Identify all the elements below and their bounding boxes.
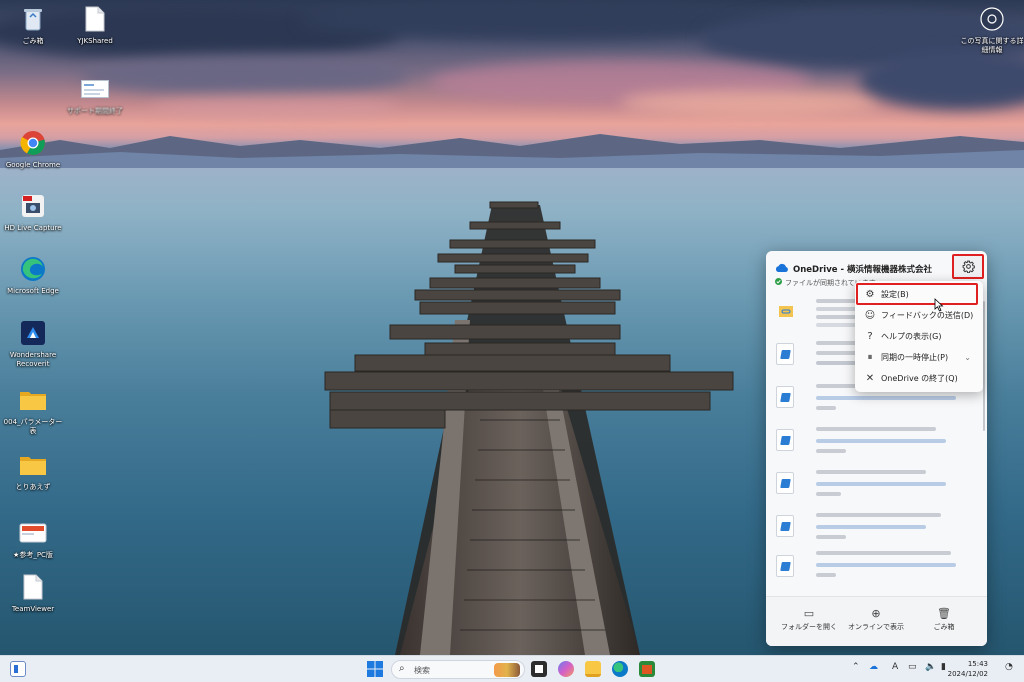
chevron-up-icon[interactable]: ⌃	[852, 662, 860, 672]
menu-item-pause-sync[interactable]: ⏸ 同期の一時停止(P) ⌄	[859, 347, 979, 368]
desktop-icon-yjkshared[interactable]: YJKShared	[62, 4, 128, 46]
shortcut-icon	[18, 518, 48, 548]
desktop-icon-recycle-bin[interactable]: ごみ箱	[0, 4, 66, 46]
list-item[interactable]	[776, 551, 976, 585]
file-icon	[776, 555, 794, 577]
task-view-icon[interactable]	[531, 661, 547, 677]
start-button[interactable]	[367, 661, 383, 677]
list-item[interactable]	[776, 425, 976, 459]
trash-icon: 🗑	[937, 607, 951, 620]
edge-icon	[18, 254, 48, 284]
chrome-icon	[18, 128, 48, 158]
document-thumbnail-icon	[80, 74, 110, 104]
file-icon	[776, 472, 794, 494]
file-icon	[80, 4, 110, 34]
folder-icon	[18, 450, 48, 480]
capture-app-icon	[18, 191, 48, 221]
feedback-icon: ☺	[864, 310, 876, 321]
search-icon: ⌕	[399, 663, 405, 674]
taskbar-search-box[interactable]: ⌕ 検索	[391, 660, 525, 679]
onedrive-cloud-icon	[775, 263, 788, 272]
windows-logo-icon	[367, 661, 383, 677]
list-item[interactable]	[776, 468, 976, 502]
desktop-icon-wondershare-recoverit[interactable]: Wondershare Recoverit	[0, 318, 66, 369]
camera-info-icon	[977, 4, 1007, 34]
desktop-icon-hd-live-capture[interactable]: HD Live Capture	[0, 191, 66, 233]
ime-indicator[interactable]: A	[892, 662, 898, 672]
file-explorer-icon[interactable]	[585, 661, 601, 677]
desktop-icon-google-chrome[interactable]: Google Chrome	[0, 128, 66, 170]
notification-icon[interactable]: ◔	[1005, 662, 1013, 672]
file-icon	[776, 343, 794, 365]
sync-ok-icon	[775, 278, 782, 285]
widgets-icon[interactable]	[10, 661, 26, 677]
file-icon	[18, 572, 48, 602]
recycle-bin-icon	[18, 4, 48, 34]
onedrive-footer: ▭ フォルダーを開く ⊕ オンラインで表示 🗑 ごみ箱	[766, 596, 987, 646]
onedrive-title: OneDrive - 横浜情報機器株式会社	[793, 265, 932, 275]
folder-icon	[18, 385, 48, 415]
clock[interactable]: 15:43 2024/12/02	[948, 659, 988, 679]
edge-taskbar-icon[interactable]	[612, 661, 628, 677]
onedrive-tray-icon[interactable]: ☁	[869, 662, 878, 672]
copilot-icon[interactable]	[558, 661, 574, 677]
desktop-icon-teamviewer[interactable]: TeamViewer	[0, 572, 66, 614]
settings-gear-button[interactable]	[952, 254, 984, 279]
settings-highlight-box	[856, 283, 978, 305]
battery-icon[interactable]: ▮	[941, 662, 946, 672]
desktop-icon-pc-reference[interactable]: ★参考_PC版	[0, 518, 66, 560]
link-folder-icon	[779, 306, 793, 317]
list-item[interactable]	[776, 511, 976, 545]
close-icon: ✕	[865, 373, 875, 384]
volume-icon[interactable]: 🔈	[925, 662, 936, 672]
desktop-icon-microsoft-edge[interactable]: Microsoft Edge	[0, 254, 66, 296]
gear-icon	[962, 260, 975, 273]
pause-icon: ⏸	[867, 352, 873, 363]
search-highlight-icon	[494, 663, 520, 677]
menu-item-send-feedback[interactable]: ☺ フィードバックの送信(D)	[859, 305, 979, 326]
menu-item-help[interactable]: ? ヘルプの表示(G)	[859, 326, 979, 347]
taskbar: ⌕ 検索 ⌃ ☁ A ▭ 🔈 ▮ 15:43 2024/12/02 ◔	[0, 655, 1024, 682]
store-icon[interactable]	[639, 661, 655, 677]
globe-icon: ⊕	[871, 607, 881, 620]
help-icon: ?	[867, 331, 873, 342]
file-icon	[776, 429, 794, 451]
recoverit-icon	[18, 318, 48, 348]
desktop-icon-support-notice[interactable]: サポート期間終了	[62, 74, 128, 116]
view-online-button[interactable]: ⊕ オンラインで表示	[841, 607, 911, 632]
open-folder-button[interactable]: ▭ フォルダーを開く	[774, 607, 844, 632]
photo-info-button[interactable]: この写真に関する詳 細情報	[958, 4, 1024, 55]
menu-item-quit-onedrive[interactable]: ✕ OneDrive の終了(Q)	[859, 368, 979, 389]
network-icon[interactable]: ▭	[908, 662, 917, 672]
folder-outline-icon: ▭	[803, 607, 815, 620]
file-icon	[776, 386, 794, 408]
desktop-icon-folder-parameters[interactable]: 004_パラメーター 表	[0, 385, 66, 436]
scrollbar[interactable]	[983, 301, 985, 431]
file-icon	[776, 515, 794, 537]
desktop-icon-folder-toriaezu[interactable]: とりあえず	[0, 450, 66, 492]
mouse-cursor-icon	[934, 298, 944, 312]
chevron-down-icon: ⌄	[964, 353, 971, 362]
recycle-bin-button[interactable]: 🗑 ごみ箱	[909, 607, 979, 632]
